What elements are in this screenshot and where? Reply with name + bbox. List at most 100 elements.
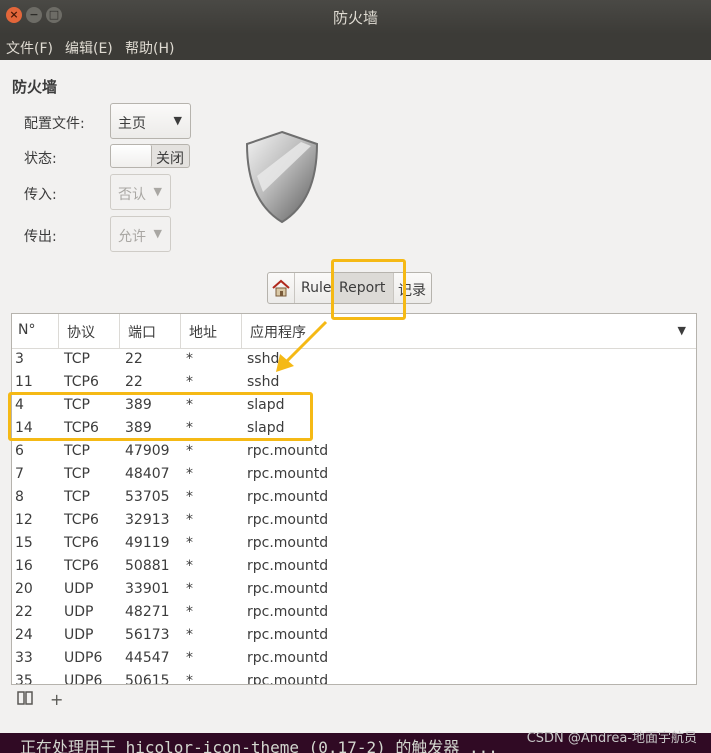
- window-title: 防火墙: [332, 9, 378, 27]
- table-row[interactable]: 15 TCP6 49119 * rpc.mountd: [12, 532, 696, 555]
- row-protocol: UDP: [64, 604, 94, 620]
- dropdown-arrow-icon: ▼: [153, 185, 162, 198]
- row-address: *: [186, 351, 193, 367]
- row-protocol: TCP6: [64, 558, 99, 574]
- row-address: *: [186, 558, 193, 574]
- report-table: N° 协议 端口 地址 应用程序 ▼ 3 TCP 22 * sshd 11 TCP6 22 * s…: [11, 313, 697, 685]
- row-port: 48271: [125, 604, 170, 620]
- report-tab-highlight: [331, 259, 406, 320]
- row-number: 11: [15, 374, 33, 390]
- row-application: rpc.mountd: [247, 535, 329, 551]
- row-address: *: [186, 374, 193, 390]
- table-row[interactable]: 11 TCP6 22 * sshd: [12, 371, 696, 394]
- columns-icon[interactable]: [17, 690, 33, 710]
- table-row[interactable]: 8 TCP 53705 * rpc.mountd: [12, 486, 696, 509]
- table-row[interactable]: 35 UDP6 50615 * rpc.mountd: [12, 670, 696, 685]
- add-rule-button[interactable]: +: [50, 690, 63, 709]
- terminal-text: 正在处理用于 hicolor-icon-theme (0.17-2) 的触发器 …: [20, 738, 498, 753]
- table-row[interactable]: 3 TCP 22 * sshd: [12, 348, 696, 371]
- row-number: 16: [15, 558, 33, 574]
- table-row[interactable]: 24 UDP 56173 * rpc.mountd: [12, 624, 696, 647]
- row-address: *: [186, 581, 193, 597]
- row-number: 8: [15, 489, 24, 505]
- status-toggle[interactable]: 关闭: [110, 144, 190, 168]
- table-toolbar: +: [11, 688, 697, 712]
- row-address: *: [186, 512, 193, 528]
- column-divider: [180, 314, 181, 348]
- menu-edit[interactable]: 编辑(E): [65, 38, 113, 58]
- row-number: 24: [15, 627, 33, 643]
- row-port: 56173: [125, 627, 170, 643]
- row-protocol: UDP: [64, 627, 94, 643]
- row-application: rpc.mountd: [247, 627, 329, 643]
- row-number: 35: [15, 673, 33, 685]
- row-protocol: UDP6: [64, 673, 103, 685]
- row-number: 12: [15, 512, 33, 528]
- row-application: rpc.mountd: [247, 604, 329, 620]
- row-number: 15: [15, 535, 33, 551]
- row-application: rpc.mountd: [247, 673, 329, 685]
- profile-value: 主页: [118, 116, 146, 132]
- table-row[interactable]: 22 UDP 48271 * rpc.mountd: [12, 601, 696, 624]
- row-application: rpc.mountd: [247, 650, 329, 666]
- menu-file[interactable]: 文件(F): [6, 38, 53, 58]
- table-row[interactable]: 16 TCP6 50881 * rpc.mountd: [12, 555, 696, 578]
- row-protocol: TCP: [64, 351, 90, 367]
- profile-label: 配置文件:: [24, 116, 85, 132]
- menubar: 文件(F) 编辑(E) 帮助(H): [0, 34, 711, 60]
- row-port: 50881: [125, 558, 170, 574]
- status-value: 关闭: [156, 151, 184, 167]
- row-application: rpc.mountd: [247, 466, 329, 482]
- row-address: *: [186, 673, 193, 685]
- row-port: 32913: [125, 512, 170, 528]
- row-port: 33901: [125, 581, 170, 597]
- row-protocol: TCP6: [64, 535, 99, 551]
- row-port: 22: [125, 351, 143, 367]
- annotation-arrow-icon: [276, 320, 328, 372]
- row-address: *: [186, 466, 193, 482]
- incoming-value: 否认: [118, 187, 146, 203]
- row-address: *: [186, 535, 193, 551]
- tab-rules[interactable]: Rules: [294, 273, 339, 303]
- profile-dropdown[interactable]: 主页 ▼: [110, 103, 191, 139]
- column-divider: [241, 314, 242, 348]
- row-number: 33: [15, 650, 33, 666]
- row-number: 3: [15, 351, 24, 367]
- row-port: 47909: [125, 443, 170, 459]
- dropdown-arrow-icon[interactable]: ▼: [678, 324, 686, 337]
- row-number: 7: [15, 466, 24, 482]
- toggle-knob[interactable]: [111, 145, 152, 167]
- column-divider: [119, 314, 120, 348]
- titlebar: × − □ 防火墙: [0, 0, 711, 34]
- row-application: rpc.mountd: [247, 581, 329, 597]
- row-number: 6: [15, 443, 24, 459]
- row-application: rpc.mountd: [247, 512, 329, 528]
- row-protocol: TCP6: [64, 512, 99, 528]
- table-row[interactable]: 33 UDP6 44547 * rpc.mountd: [12, 647, 696, 670]
- row-protocol: TCP: [64, 443, 90, 459]
- row-address: *: [186, 604, 193, 620]
- outgoing-dropdown[interactable]: 允许 ▼: [110, 216, 171, 252]
- row-protocol: TCP6: [64, 374, 99, 390]
- row-protocol: TCP: [64, 489, 90, 505]
- page-heading: 防火墙: [12, 78, 58, 96]
- incoming-label: 传入:: [24, 187, 57, 203]
- home-icon: [272, 279, 290, 297]
- shield-icon: [245, 130, 319, 224]
- row-address: *: [186, 443, 193, 459]
- watermark: CSDN @Andrea-地面宇航员: [526, 731, 697, 746]
- row-port: 53705: [125, 489, 170, 505]
- tab-home[interactable]: [268, 273, 294, 303]
- row-number: 22: [15, 604, 33, 620]
- row-protocol: TCP: [64, 466, 90, 482]
- dropdown-arrow-icon: ▼: [173, 114, 182, 127]
- firewall-window: × − □ 防火墙 文件(F) 编辑(E) 帮助(H) 防火墙 配置文件: 主页…: [0, 0, 711, 733]
- table-row[interactable]: 7 TCP 48407 * rpc.mountd: [12, 463, 696, 486]
- row-port: 50615: [125, 673, 170, 685]
- table-row[interactable]: 6 TCP 47909 * rpc.mountd: [12, 440, 696, 463]
- incoming-dropdown[interactable]: 否认 ▼: [110, 174, 171, 210]
- table-row[interactable]: 20 UDP 33901 * rpc.mountd: [12, 578, 696, 601]
- table-row[interactable]: 12 TCP6 32913 * rpc.mountd: [12, 509, 696, 532]
- menu-help[interactable]: 帮助(H): [125, 38, 174, 58]
- row-protocol: UDP6: [64, 650, 103, 666]
